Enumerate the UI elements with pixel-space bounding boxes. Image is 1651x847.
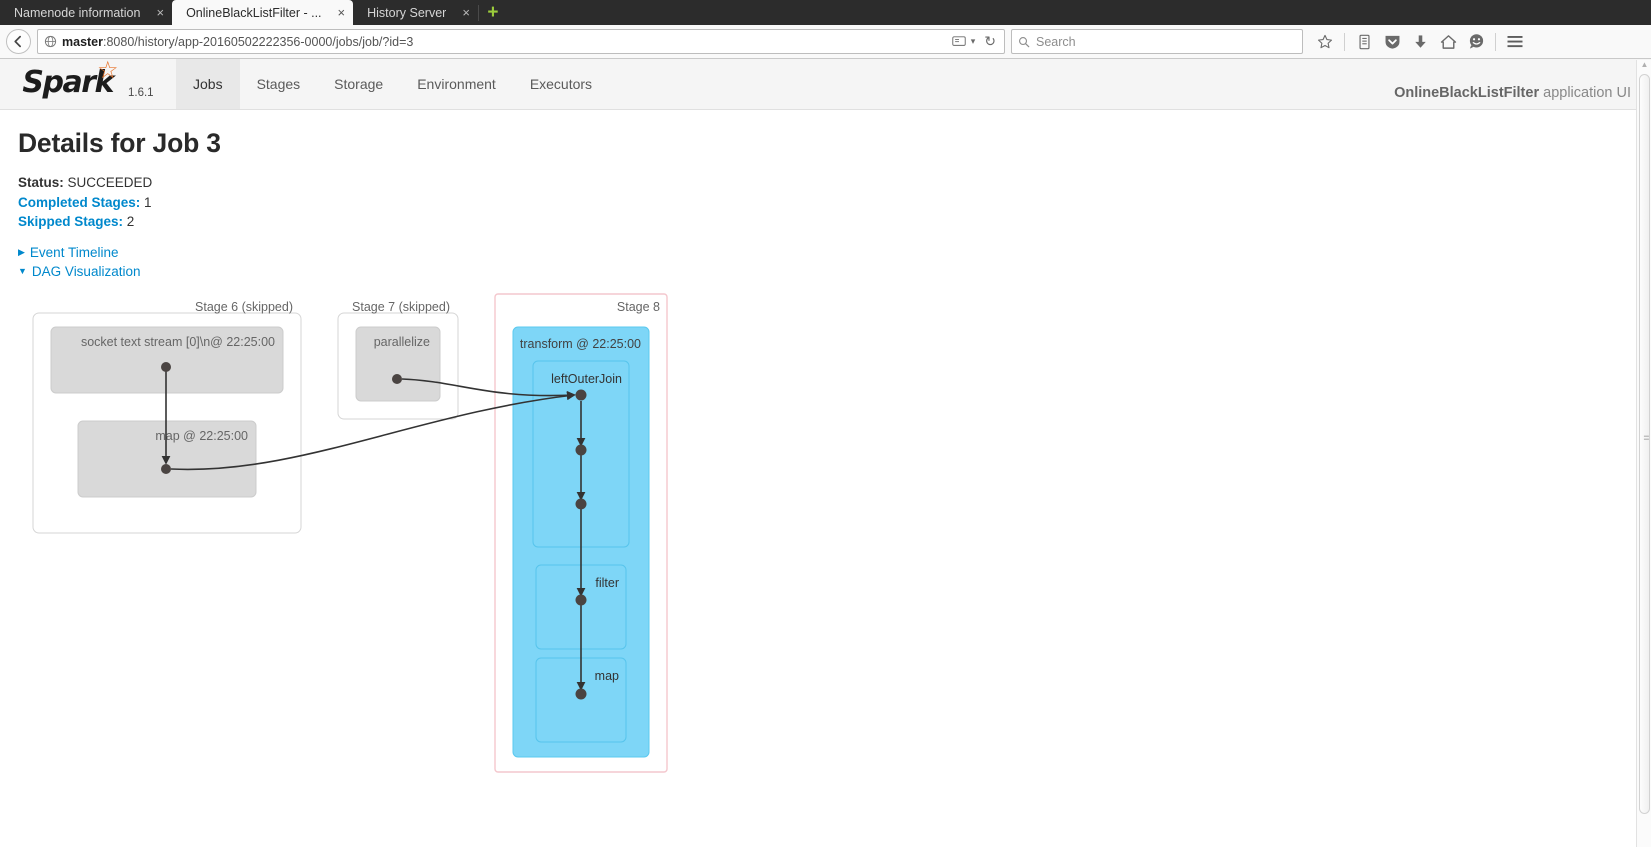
page-content: Details for Job 3 Status: SUCCEEDED Comp… — [0, 110, 1651, 793]
dag-dot — [161, 463, 171, 474]
search-icon — [1018, 36, 1030, 48]
tab-title: OnlineBlackListFilter - ... — [186, 5, 322, 20]
chevron-down-icon[interactable]: ▾ — [971, 36, 976, 47]
dag-dot — [575, 688, 587, 699]
dag-dot — [161, 361, 171, 372]
back-arrow-icon[interactable] — [6, 29, 31, 54]
browser-tab-namenode[interactable]: Namenode information × — [0, 0, 172, 25]
browser-tab-history-server[interactable]: History Server × — [353, 0, 478, 25]
dag-node-map-1: map @ 22:25:00 — [155, 429, 248, 443]
dag-node-filter: filter — [595, 576, 619, 590]
dag-stage-8[interactable]: Stage 8 transform @ 22:25:00 leftOuterJo… — [494, 292, 668, 773]
scrollbar-thumb[interactable]: ━ ━ — [1639, 74, 1650, 814]
downloads-icon[interactable] — [1408, 30, 1432, 54]
scrollbar-grip: ━ ━ — [1644, 432, 1649, 444]
stage-6-title: Stage 6 (skipped) — [195, 300, 293, 314]
spark-nav-items: Jobs Stages Storage Environment Executor… — [176, 59, 609, 109]
home-icon[interactable] — [1436, 30, 1460, 54]
tab-title: History Server — [367, 5, 447, 20]
search-bar[interactable]: Search — [1011, 29, 1303, 54]
globe-icon — [44, 35, 57, 48]
skipped-stages-label[interactable]: Skipped Stages: — [18, 214, 123, 229]
event-timeline-toggle[interactable]: ▶ Event Timeline — [18, 243, 1651, 262]
navigation-toolbar: master:8080/history/app-20160502222356-0… — [0, 25, 1651, 59]
dag-dot — [575, 594, 587, 605]
tab-title: Namenode information — [14, 5, 141, 20]
toolbar-separator — [1495, 32, 1496, 51]
scroll-up-arrow-icon[interactable]: ▲ — [1637, 60, 1651, 69]
chat-icon[interactable] — [1464, 30, 1488, 54]
pocket-shield-icon[interactable] — [1380, 30, 1404, 54]
status-label: Status: — [18, 175, 64, 190]
close-icon[interactable]: × — [156, 6, 164, 19]
spark-logo[interactable]: Spark ☆ 1.6.1 — [0, 56, 176, 109]
dag-node-map-2: map — [595, 669, 619, 683]
dag-visualization-label: DAG Visualization — [31, 263, 141, 279]
dag-stage-6[interactable]: Stage 6 (skipped) socket text stream [0]… — [32, 300, 302, 533]
close-icon[interactable]: × — [338, 6, 346, 19]
dag-dot — [575, 444, 587, 455]
application-name: OnlineBlackListFilter — [1394, 85, 1540, 101]
nav-tab-executors[interactable]: Executors — [513, 59, 609, 109]
completed-stages-value: 1 — [144, 194, 152, 210]
reload-icon[interactable]: ↻ — [980, 33, 1000, 50]
stage-7-title: Stage 7 (skipped) — [352, 300, 450, 314]
dag-node-left-outer-join: leftOuterJoin — [551, 372, 622, 386]
search-input[interactable]: Search — [1036, 35, 1076, 49]
library-icon[interactable] — [1352, 30, 1376, 54]
browser-chrome: Namenode information × OnlineBlackListFi… — [0, 0, 1651, 59]
spark-wordmark: Spark ☆ — [22, 56, 118, 100]
skipped-stages-value: 2 — [126, 214, 135, 229]
nav-tab-jobs[interactable]: Jobs — [176, 59, 240, 109]
star-icon: ☆ — [96, 55, 119, 84]
dag-stage-7[interactable]: Stage 7 (skipped) parallelize — [337, 300, 459, 419]
close-icon[interactable]: × — [462, 6, 470, 19]
status-value: SUCCEEDED — [67, 175, 153, 190]
event-timeline-label: Event Timeline — [29, 244, 119, 260]
status-line: Status: SUCCEEDED — [18, 173, 1651, 193]
new-tab-icon[interactable]: + — [479, 0, 507, 25]
spark-navbar: Spark ☆ 1.6.1 Jobs Stages Storage Environ… — [0, 56, 1651, 110]
toolbar-separator — [1344, 32, 1345, 51]
page-title: Details for Job 3 — [18, 128, 221, 158]
bookmark-star-icon[interactable] — [1313, 30, 1337, 54]
application-ui-label: OnlineBlackListFilter application UI — [1394, 85, 1631, 101]
tab-strip: Namenode information × OnlineBlackListFi… — [0, 0, 1651, 25]
dag-dot — [575, 389, 587, 400]
spark-version-label: 1.6.1 — [128, 87, 154, 99]
completed-stages-label[interactable]: Completed Stages: — [18, 195, 140, 210]
url-host: master — [62, 34, 103, 49]
nav-tab-stages[interactable]: Stages — [240, 59, 318, 109]
skipped-stages-line: Skipped Stages: 2 — [18, 212, 1651, 232]
dag-visualization: Stage 6 (skipped) socket text stream [0]… — [18, 292, 1651, 793]
hamburger-menu-icon[interactable] — [1503, 30, 1527, 54]
url-text: master:8080/history/app-20160502222356-0… — [62, 35, 947, 49]
url-bar[interactable]: master:8080/history/app-20160502222356-0… — [37, 29, 1005, 54]
dag-node-transform: transform @ 22:25:00 — [520, 337, 641, 351]
dag-graph[interactable]: Stage 6 (skipped) socket text stream [0]… — [18, 292, 718, 793]
nav-tab-environment[interactable]: Environment — [400, 59, 513, 109]
page-scrollbar[interactable]: ▲ ━ ━ — [1636, 60, 1651, 847]
browser-tab-onlineblacklistfilter[interactable]: OnlineBlackListFilter - ... × — [172, 0, 354, 25]
dag-node-socket-text-stream: socket text stream [0]\n@ 22:25:00 — [81, 335, 275, 349]
application-ui-suffix: application UI — [1543, 85, 1631, 101]
dag-dot — [392, 373, 402, 384]
caret-right-icon: ▶ — [18, 246, 25, 257]
browser-toolbar-icons — [1313, 30, 1527, 54]
reader-mode-icon[interactable] — [952, 35, 966, 48]
completed-stages-line: Completed Stages: 1 — [18, 193, 1651, 213]
url-path: :8080/history/app-20160502222356-0000/jo… — [103, 34, 414, 49]
dag-node-parallelize: parallelize — [374, 335, 430, 349]
stage-8-title: Stage 8 — [617, 300, 660, 314]
dag-dot — [575, 498, 587, 509]
caret-down-icon: ▼ — [18, 265, 27, 276]
nav-tab-storage[interactable]: Storage — [317, 59, 400, 109]
dag-visualization-toggle[interactable]: ▼ DAG Visualization — [18, 262, 1651, 281]
